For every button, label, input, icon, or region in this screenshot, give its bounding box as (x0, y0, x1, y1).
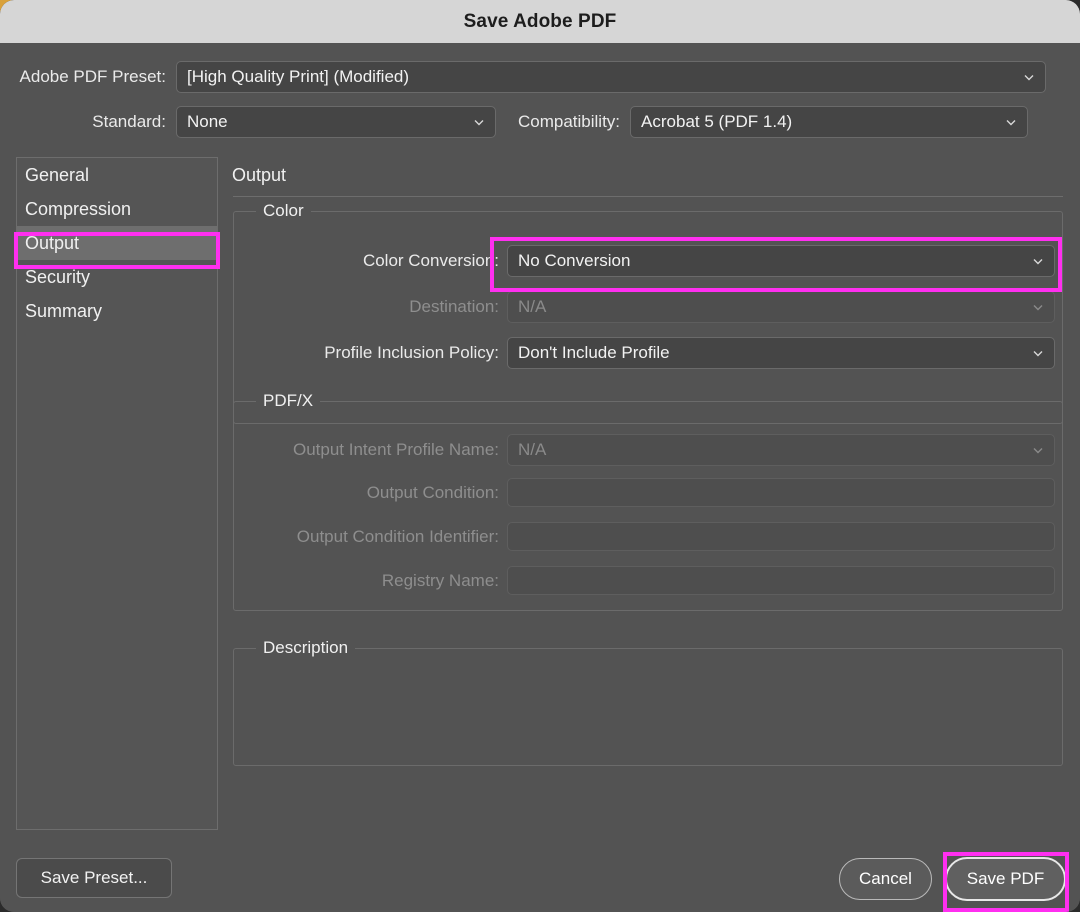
sidebar-item-output[interactable]: Output (17, 226, 217, 260)
sidebar-item-label: General (25, 164, 90, 185)
output-condition-identifier-label: Output Condition Identifier: (296, 526, 499, 546)
destination-value: N/A (518, 297, 547, 316)
standard-label: Standard: (92, 112, 166, 131)
output-condition-identifier-input (507, 522, 1055, 551)
color-conversion-select[interactable]: No Conversion (507, 245, 1055, 277)
output-condition-identifier-row: Output Condition Identifier: (234, 522, 1064, 551)
chevron-down-icon (1032, 347, 1044, 359)
standard-select[interactable]: None (176, 106, 496, 138)
preset-value: [High Quality Print] (Modified) (187, 67, 410, 86)
destination-label: Destination: (409, 297, 499, 316)
compatibility-value: Acrobat 5 (PDF 1.4) (641, 112, 793, 131)
dialog-title: Save Adobe PDF (463, 10, 617, 32)
pdfx-group: PDF/X Output Intent Profile Name: N/A Ou… (233, 391, 1064, 611)
output-intent-profile-name-select: N/A (507, 434, 1055, 466)
dialog-body: Adobe PDF Preset: [High Quality Print] (… (0, 43, 1080, 912)
sidebar-item-label: Compression (25, 198, 132, 219)
output-condition-row: Output Condition: (234, 478, 1064, 507)
standard-value: None (187, 112, 228, 131)
output-intent-profile-name-value: N/A (518, 440, 547, 459)
output-intent-profile-name-label: Output Intent Profile Name: (293, 440, 499, 459)
chevron-down-icon (1032, 255, 1044, 267)
registry-name-row: Registry Name: (234, 566, 1064, 595)
preset-select[interactable]: [High Quality Print] (Modified) (176, 61, 1046, 93)
description-text[interactable] (234, 649, 1062, 765)
cancel-label: Cancel (859, 869, 912, 888)
preset-row: Adobe PDF Preset: [High Quality Print] (… (0, 61, 1064, 93)
color-conversion-label: Color Conversion: (362, 251, 499, 270)
sidebar-item-general[interactable]: General (17, 158, 217, 192)
color-conversion-value: No Conversion (518, 251, 631, 270)
profile-inclusion-policy-row: Profile Inclusion Policy: Don't Include … (234, 337, 1064, 369)
color-group-legend: Color (256, 201, 311, 221)
compatibility-label: Compatibility: (518, 112, 621, 131)
sidebar-item-label: Security (25, 266, 91, 287)
sidebar-item-summary[interactable]: Summary (17, 294, 217, 328)
profile-inclusion-policy-select[interactable]: Don't Include Profile (507, 337, 1055, 369)
chevron-down-icon (1032, 444, 1044, 456)
save-pdf-button[interactable]: Save PDF (945, 857, 1066, 901)
sidebar-item-label: Output (25, 232, 80, 253)
save-preset-label: Save Preset... (40, 868, 148, 887)
sidebar-item-security[interactable]: Security (17, 260, 217, 294)
preset-label: Adobe PDF Preset: (19, 67, 166, 86)
sidebar-item-label: Summary (25, 300, 103, 321)
color-group: Color Color Conversion: No Conversion De… (233, 201, 1064, 424)
sidebar-item-compression[interactable]: Compression (17, 192, 217, 226)
destination-select: N/A (507, 291, 1055, 323)
profile-inclusion-policy-value: Don't Include Profile (518, 343, 670, 362)
output-condition-label: Output Condition: (366, 482, 499, 502)
profile-inclusion-policy-label: Profile Inclusion Policy: (324, 343, 499, 362)
dialog-titlebar: Save Adobe PDF (0, 0, 1080, 43)
save-preset-button[interactable]: Save Preset... (16, 858, 172, 898)
save-pdf-label: Save PDF (966, 869, 1045, 888)
chevron-down-icon (1032, 301, 1044, 313)
chevron-down-icon (1023, 71, 1035, 83)
pane-divider (233, 196, 1063, 197)
pane-title: Output (232, 165, 287, 185)
output-condition-input (507, 478, 1055, 507)
output-intent-profile-name-row: Output Intent Profile Name: N/A (234, 434, 1064, 466)
registry-name-input (507, 566, 1055, 595)
cancel-button[interactable]: Cancel (839, 858, 932, 900)
destination-row: Destination: N/A (234, 291, 1064, 323)
standard-row: Standard: None Compatibility: Acrobat 5 … (0, 106, 1029, 138)
registry-name-label: Registry Name: (381, 570, 499, 590)
color-conversion-row: Color Conversion: No Conversion (234, 245, 1064, 277)
description-group: Description (233, 638, 1063, 766)
chevron-down-icon (473, 116, 485, 128)
chevron-down-icon (1005, 116, 1017, 128)
category-list[interactable]: General Compression Output Security Summ… (16, 157, 218, 830)
save-adobe-pdf-dialog: Save Adobe PDF Adobe PDF Preset: [High Q… (0, 0, 1080, 912)
pdfx-group-legend: PDF/X (256, 391, 321, 411)
compatibility-select[interactable]: Acrobat 5 (PDF 1.4) (630, 106, 1029, 138)
